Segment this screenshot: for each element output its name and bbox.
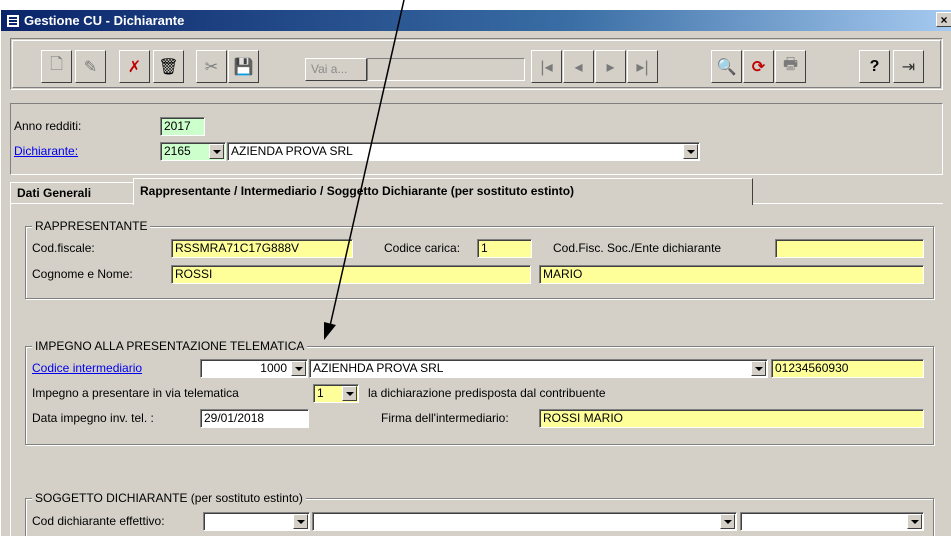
chevron-down-icon[interactable] xyxy=(342,386,357,401)
edit-icon[interactable]: ✎ xyxy=(75,50,106,83)
title-bar[interactable]: Gestione CU - Dichiarante × xyxy=(1,10,951,31)
next-record-icon[interactable]: ▸ xyxy=(595,50,626,83)
close-button[interactable]: × xyxy=(936,12,951,27)
soggetto-name-select[interactable] xyxy=(312,512,737,531)
anno-field[interactable]: 2017 xyxy=(160,117,205,136)
codfiscale-field[interactable]: RSSMRA71C17G888V xyxy=(171,239,353,258)
last-record-icon[interactable]: ▸| xyxy=(627,50,658,83)
chevron-down-icon[interactable] xyxy=(907,514,922,529)
delete-icon[interactable]: 🗑 xyxy=(153,50,184,83)
soggetto-legend: SOGGETTO DICHIARANTE (per sostituto esti… xyxy=(32,491,306,505)
codfiscale-label: Cod.fiscale: xyxy=(32,241,95,255)
intermediario-code-select[interactable]: 1000 xyxy=(200,359,308,378)
tab-content: RAPPRESENTANTE Cod.fiscale: RSSMRA71C17G… xyxy=(10,203,943,536)
soggetto-extra-select[interactable] xyxy=(740,512,924,531)
chevron-down-icon[interactable] xyxy=(209,144,224,159)
impegno-legend: IMPEGNO ALLA PRESENTAZIONE TELEMATICA xyxy=(32,339,308,353)
rappresentante-legend: RAPPRESENTANTE xyxy=(32,219,151,233)
print-icon[interactable]: 🖶 xyxy=(775,50,806,83)
codfisc-soc-label: Cod.Fisc. Soc./Ente dichiarante xyxy=(553,241,722,255)
chevron-down-icon[interactable] xyxy=(720,514,735,529)
codice-intermediario-link[interactable]: Codice intermediario xyxy=(32,361,142,375)
impegno-label: Impegno a presentare in via telematica xyxy=(32,386,239,400)
dichiarante-code-select[interactable]: 2165 xyxy=(160,142,226,161)
cognome-field[interactable]: ROSSI xyxy=(171,265,531,284)
data-impegno-field[interactable]: 29/01/2018 xyxy=(200,409,309,428)
vai-a-input[interactable] xyxy=(367,58,525,81)
cod-dichiarante-label: Cod dichiarante effettivo: xyxy=(32,514,165,528)
anno-label: Anno redditi: xyxy=(14,119,82,133)
scissors-icon[interactable]: ✂ xyxy=(196,50,227,83)
tab-dati-generali[interactable]: Dati Generali xyxy=(10,182,137,205)
rappresentante-group: RAPPRESENTANTE Cod.fiscale: RSSMRA71C17G… xyxy=(25,219,934,299)
codice-carica-field[interactable]: 1 xyxy=(477,239,532,258)
cognome-nome-label: Cognome e Nome: xyxy=(32,267,133,281)
refresh-icon[interactable]: ⟳ xyxy=(743,50,774,83)
header-panel: Anno redditi: 2017 Dichiarante: 2165 AZI… xyxy=(10,103,943,175)
dichiarante-link[interactable]: Dichiarante: xyxy=(14,144,78,158)
window-title: Gestione CU - Dichiarante xyxy=(24,13,185,28)
new-icon[interactable]: 🗋 xyxy=(41,50,72,83)
toolbar: 🗋 ✎ ✗ 🗑 ✂ 💾 Vai a... |◂ ◂ ▸ ▸| 🔍 ⟳ 🖶 ? ⇥ xyxy=(10,38,943,90)
dichiarante-name-select[interactable]: AZIENDA PROVA SRL xyxy=(227,142,700,161)
prev-record-icon[interactable]: ◂ xyxy=(563,50,594,83)
save-icon[interactable]: 💾 xyxy=(228,50,259,83)
exit-icon[interactable]: ⇥ xyxy=(893,50,924,83)
app-window: Gestione CU - Dichiarante × 🗋 ✎ ✗ 🗑 ✂ 💾 … xyxy=(0,10,951,536)
cancel-icon[interactable]: ✗ xyxy=(119,50,150,83)
cod-dichiarante-select[interactable] xyxy=(203,512,310,531)
codfisc-soc-field[interactable] xyxy=(775,239,924,258)
soggetto-group: SOGGETTO DICHIARANTE (per sostituto esti… xyxy=(25,491,934,536)
chevron-down-icon[interactable] xyxy=(683,144,698,159)
codice-carica-label: Codice carica: xyxy=(384,241,461,255)
nome-field[interactable]: MARIO xyxy=(539,265,924,284)
chevron-down-icon[interactable] xyxy=(291,361,306,376)
vai-a-button[interactable]: Vai a... xyxy=(305,58,367,81)
intermediario-name-select[interactable]: AZIENHDA PROVA SRL xyxy=(309,359,768,378)
impegno-select[interactable]: 1 xyxy=(313,384,359,403)
firma-label: Firma dell'intermediario: xyxy=(381,411,509,425)
app-icon xyxy=(6,13,20,28)
preview-icon[interactable]: 🔍 xyxy=(711,50,742,83)
chevron-down-icon[interactable] xyxy=(751,361,766,376)
intermediario-cf-field[interactable]: 01234560930 xyxy=(771,359,924,378)
data-impegno-label: Data impegno inv. tel. : xyxy=(32,411,154,425)
impegno-desc: la dichiarazione predisposta dal contrib… xyxy=(368,386,606,400)
firma-field[interactable]: ROSSI MARIO xyxy=(539,409,924,428)
impegno-group: IMPEGNO ALLA PRESENTAZIONE TELEMATICA Co… xyxy=(25,339,934,445)
help-icon[interactable]: ? xyxy=(859,50,890,83)
first-record-icon[interactable]: |◂ xyxy=(531,50,562,83)
chevron-down-icon[interactable] xyxy=(293,514,308,529)
tab-rappresentante[interactable]: Rappresentante / Intermediario / Soggett… xyxy=(133,178,753,205)
